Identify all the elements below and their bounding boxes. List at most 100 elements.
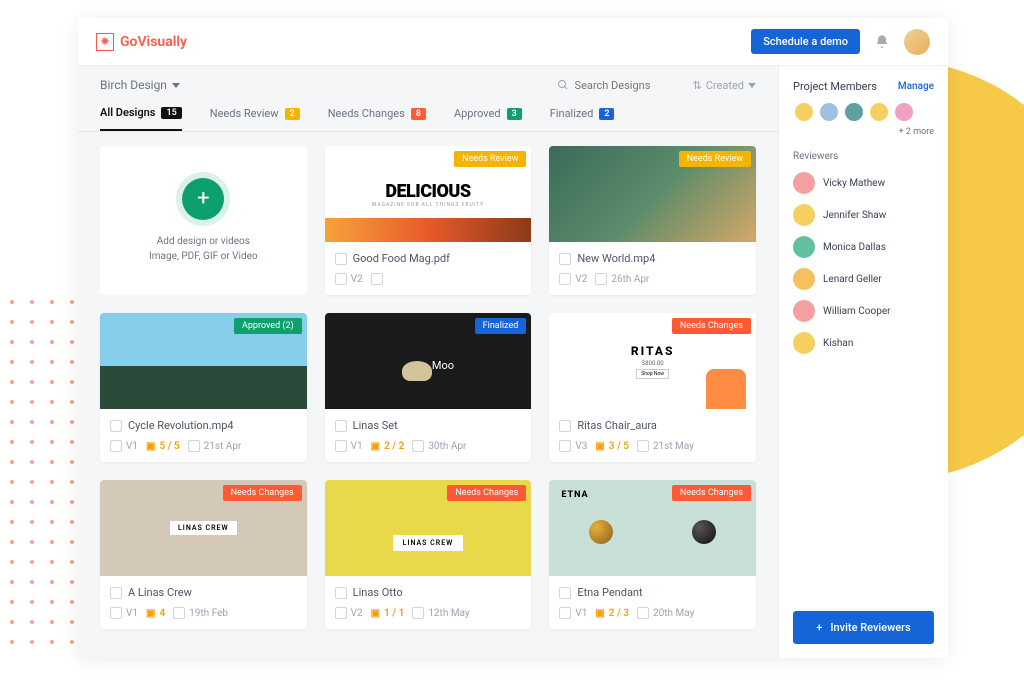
brand-name: GoVisually bbox=[120, 34, 187, 50]
version-icon bbox=[110, 440, 122, 452]
sidebar: Project Members Manage + 2 more Reviewer… bbox=[778, 66, 948, 658]
search-box[interactable] bbox=[557, 79, 675, 92]
filter-tabs: All Designs15 Needs Review2 Needs Changes8… bbox=[78, 92, 778, 132]
card-thumbnail: RITAS$800.00Shop NowNeeds Changes bbox=[549, 313, 756, 409]
status-badge: Needs Changes bbox=[447, 485, 526, 501]
status-badge: Needs Changes bbox=[672, 485, 751, 501]
reviewer-avatar bbox=[793, 332, 815, 354]
calendar-icon bbox=[412, 607, 424, 619]
member-avatar[interactable] bbox=[793, 101, 815, 123]
file-type-icon bbox=[559, 253, 571, 265]
version-icon bbox=[559, 607, 571, 619]
notifications-icon[interactable] bbox=[874, 34, 890, 50]
comment-icon: ▣ bbox=[146, 608, 155, 619]
plus-icon: + bbox=[182, 178, 224, 220]
member-avatar[interactable] bbox=[868, 101, 890, 123]
file-type-icon bbox=[559, 587, 571, 599]
reviewer-item[interactable]: Jennifer Shaw bbox=[793, 204, 934, 226]
sort-dropdown[interactable]: ⇅ Created bbox=[693, 79, 756, 92]
sidebar-title: Project Members bbox=[793, 80, 877, 93]
reviewer-item[interactable]: Lenard Geller bbox=[793, 268, 934, 290]
tab-all-designs[interactable]: All Designs15 bbox=[100, 106, 182, 131]
card-title: Etna Pendant bbox=[577, 586, 642, 599]
calendar-icon bbox=[412, 440, 424, 452]
tab-approved[interactable]: Approved3 bbox=[454, 106, 522, 131]
logo-icon: ✷ bbox=[96, 33, 114, 51]
reviewer-avatar bbox=[793, 236, 815, 258]
comment-icon: ▣ bbox=[595, 441, 604, 452]
design-card[interactable]: Needs Review New World.mp4 V226th Apr bbox=[549, 146, 756, 295]
status-badge: Finalized bbox=[475, 318, 527, 334]
reviewer-name: Lenard Geller bbox=[823, 274, 882, 285]
tab-needs-review[interactable]: Needs Review2 bbox=[210, 106, 300, 131]
design-card[interactable]: AUROSLINAS CREWNeeds Changes Linas Otto … bbox=[325, 480, 532, 629]
search-input[interactable] bbox=[575, 79, 675, 92]
reviewer-avatar bbox=[793, 204, 815, 226]
main-panel: Birch Design ⇅ Created All Designs15 Need… bbox=[78, 66, 778, 658]
version-icon bbox=[335, 607, 347, 619]
add-design-card[interactable]: +Add design or videosImage, PDF, GIF or … bbox=[100, 146, 307, 295]
count-badge: 2 bbox=[285, 108, 300, 120]
design-card[interactable]: Approved (2) Cycle Revolution.mp4 V1▣ 5 … bbox=[100, 313, 307, 462]
user-avatar[interactable] bbox=[904, 29, 930, 55]
manage-link[interactable]: Manage bbox=[898, 81, 934, 92]
status-badge: Needs Review bbox=[679, 151, 751, 167]
member-avatars bbox=[793, 101, 934, 123]
file-type-icon bbox=[335, 420, 347, 432]
count-badge: 15 bbox=[161, 107, 181, 119]
search-icon bbox=[557, 79, 569, 91]
version-icon bbox=[335, 440, 347, 452]
member-avatar[interactable] bbox=[818, 101, 840, 123]
member-avatar[interactable] bbox=[893, 101, 915, 123]
tab-finalized[interactable]: Finalized2 bbox=[550, 106, 615, 131]
reviewer-item[interactable]: Vicky Mathew bbox=[793, 172, 934, 194]
sort-icon: ⇅ bbox=[693, 79, 702, 92]
file-type-icon bbox=[110, 420, 122, 432]
reviewer-name: Monica Dallas bbox=[823, 242, 886, 253]
file-type-icon bbox=[559, 420, 571, 432]
reviewer-item[interactable]: Monica Dallas bbox=[793, 236, 934, 258]
reviewer-name: Jennifer Shaw bbox=[823, 210, 886, 221]
plus-icon: + bbox=[816, 621, 822, 634]
status-badge: Needs Review bbox=[454, 151, 526, 167]
version-icon bbox=[335, 273, 347, 285]
card-thumbnail: ETNANeeds Changes bbox=[549, 480, 756, 576]
reviewer-item[interactable]: Kishan bbox=[793, 332, 934, 354]
calendar-icon bbox=[371, 273, 383, 285]
member-avatar[interactable] bbox=[843, 101, 865, 123]
calendar-icon bbox=[173, 607, 185, 619]
count-badge: 2 bbox=[599, 108, 614, 120]
calendar-icon bbox=[188, 440, 200, 452]
schedule-demo-button[interactable]: Schedule a demo bbox=[751, 29, 860, 54]
count-badge: 3 bbox=[507, 108, 522, 120]
reviewer-name: Kishan bbox=[823, 338, 853, 349]
version-icon bbox=[559, 440, 571, 452]
card-title: Linas Otto bbox=[353, 586, 403, 599]
design-card[interactable]: MooFinalized Linas Set V1▣ 2 / 230th Apr bbox=[325, 313, 532, 462]
project-dropdown[interactable]: Birch Design bbox=[100, 78, 180, 92]
design-grid: +Add design or videosImage, PDF, GIF or … bbox=[78, 132, 778, 643]
calendar-icon bbox=[637, 607, 649, 619]
comment-icon: ▣ bbox=[595, 608, 604, 619]
reviewer-avatar bbox=[793, 268, 815, 290]
chevron-down-icon bbox=[748, 83, 756, 88]
logo[interactable]: ✷ GoVisually bbox=[96, 33, 187, 51]
more-members[interactable]: + 2 more bbox=[793, 127, 934, 137]
comment-icon: ▣ bbox=[371, 608, 380, 619]
design-card[interactable]: RITAS$800.00Shop NowNeeds Changes Ritas … bbox=[549, 313, 756, 462]
invite-reviewers-button[interactable]: + Invite Reviewers bbox=[793, 611, 934, 644]
app-window: ✷ GoVisually Schedule a demo Birch Desig… bbox=[78, 18, 948, 658]
card-title: Ritas Chair_aura bbox=[577, 419, 657, 432]
calendar-icon bbox=[595, 273, 607, 285]
reviewer-name: William Cooper bbox=[823, 306, 891, 317]
design-card[interactable]: ETNANeeds Changes Etna Pendant V1▣ 2 / 3… bbox=[549, 480, 756, 629]
design-card[interactable]: DELICIOUSMAGAZINE FOR ALL THINGS FRUITYN… bbox=[325, 146, 532, 295]
design-card[interactable]: LINAS CREWNeeds Changes A Linas Crew V1▣… bbox=[100, 480, 307, 629]
card-thumbnail: Approved (2) bbox=[100, 313, 307, 409]
card-title: Cycle Revolution.mp4 bbox=[128, 419, 234, 432]
chevron-down-icon bbox=[172, 83, 180, 88]
calendar-icon bbox=[637, 440, 649, 452]
reviewer-item[interactable]: William Cooper bbox=[793, 300, 934, 322]
tab-needs-changes[interactable]: Needs Changes8 bbox=[328, 106, 426, 131]
card-thumbnail: DELICIOUSMAGAZINE FOR ALL THINGS FRUITYN… bbox=[325, 146, 532, 242]
